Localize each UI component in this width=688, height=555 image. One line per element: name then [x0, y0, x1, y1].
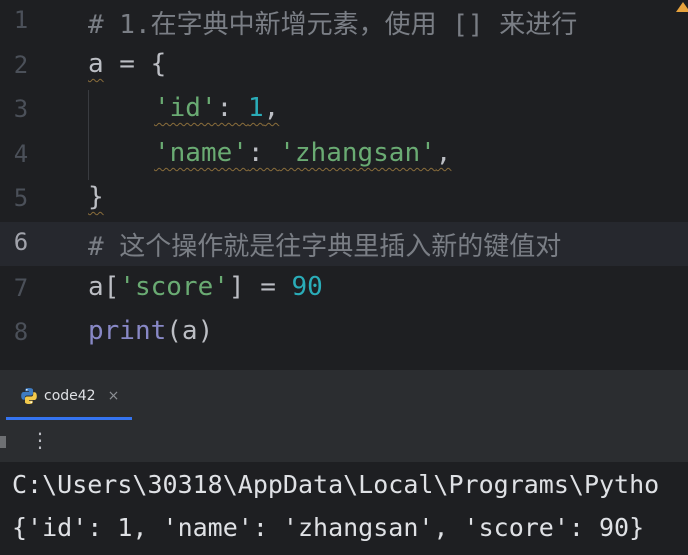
line-number: 4: [13, 140, 29, 168]
code-editor[interactable]: 1 # 1.在字典中新增元素，使用 [] 来进行 2 a = { 3 'id':…: [0, 0, 688, 370]
line-number: 5: [13, 184, 29, 212]
code-line-8[interactable]: 8 print(a): [0, 312, 688, 356]
tab-label: code42: [44, 388, 96, 404]
stop-icon[interactable]: [0, 436, 6, 448]
console-line: {'id': 1, 'name': 'zhangsan', 'score': 9…: [12, 513, 645, 542]
more-options-icon[interactable]: ⋮: [30, 428, 50, 452]
line-number: 8: [13, 318, 29, 346]
colon: :: [216, 93, 248, 123]
python-icon: [20, 387, 38, 405]
run-tool-window: code42 × ⋮ C:\Users\30318\AppData\Local\…: [0, 370, 688, 555]
code-line-2[interactable]: 2 a = {: [0, 45, 688, 89]
call-args: (a): [166, 316, 214, 346]
code-text: a = {: [88, 49, 166, 79]
assigned-value: 90: [291, 272, 323, 302]
dict-key: 'id': [154, 93, 217, 123]
operator: =: [103, 49, 151, 79]
dict-key: 'name': [154, 138, 248, 168]
dict-value: 1: [247, 93, 264, 123]
code-text: print(a): [88, 316, 213, 346]
close-bracket: ]: [228, 272, 245, 302]
warning-icon[interactable]: [676, 2, 688, 12]
console-line: C:\Users\30318\AppData\Local\Programs\Py…: [12, 470, 660, 499]
line-number: 3: [13, 95, 29, 123]
code-line-6[interactable]: 6 # 这个操作就是往字典里插入新的键值对: [0, 222, 688, 266]
open-bracket: [: [103, 272, 120, 302]
line-number: 6: [13, 228, 29, 256]
code-text: 'name': 'zhangsan',: [88, 138, 451, 168]
run-toolbar: ⋮: [0, 420, 688, 462]
run-tab-bar: code42 ×: [0, 370, 688, 421]
comma: ,: [263, 93, 280, 123]
code-line-7[interactable]: 7 a['score'] = 90: [0, 268, 688, 312]
builtin-function: print: [88, 316, 167, 346]
open-brace: {: [150, 49, 167, 79]
code-text: a['score'] = 90: [88, 272, 323, 302]
code-line-3[interactable]: 3 'id': 1,: [0, 89, 688, 133]
code-text: 'id': 1,: [88, 93, 279, 123]
dict-value: 'zhangsan': [279, 138, 436, 168]
run-tab-code42[interactable]: code42 ×: [6, 378, 130, 414]
code-line-4[interactable]: 4 'name': 'zhangsan',: [0, 134, 688, 178]
dict-key: 'score': [119, 272, 229, 302]
variable-a: a: [88, 272, 104, 302]
console-output[interactable]: C:\Users\30318\AppData\Local\Programs\Py…: [0, 462, 688, 555]
colon: :: [247, 138, 280, 168]
code-line-5[interactable]: 5 }: [0, 178, 688, 222]
operator: =: [244, 272, 292, 302]
comma: ,: [435, 138, 452, 168]
code-line-1[interactable]: 1 # 1.在字典中新增元素，使用 [] 来进行: [0, 0, 688, 44]
line-number: 7: [13, 274, 29, 302]
close-brace: }: [88, 182, 104, 212]
line-number: 2: [13, 51, 29, 79]
close-icon[interactable]: ×: [108, 388, 120, 404]
variable-a: a: [88, 49, 104, 79]
code-comment: # 这个操作就是往字典里插入新的键值对: [88, 232, 562, 262]
code-comment: # 1.在字典中新增元素，使用 [] 来进行: [88, 10, 578, 40]
line-number: 1: [13, 6, 29, 34]
code-text: }: [88, 182, 104, 212]
